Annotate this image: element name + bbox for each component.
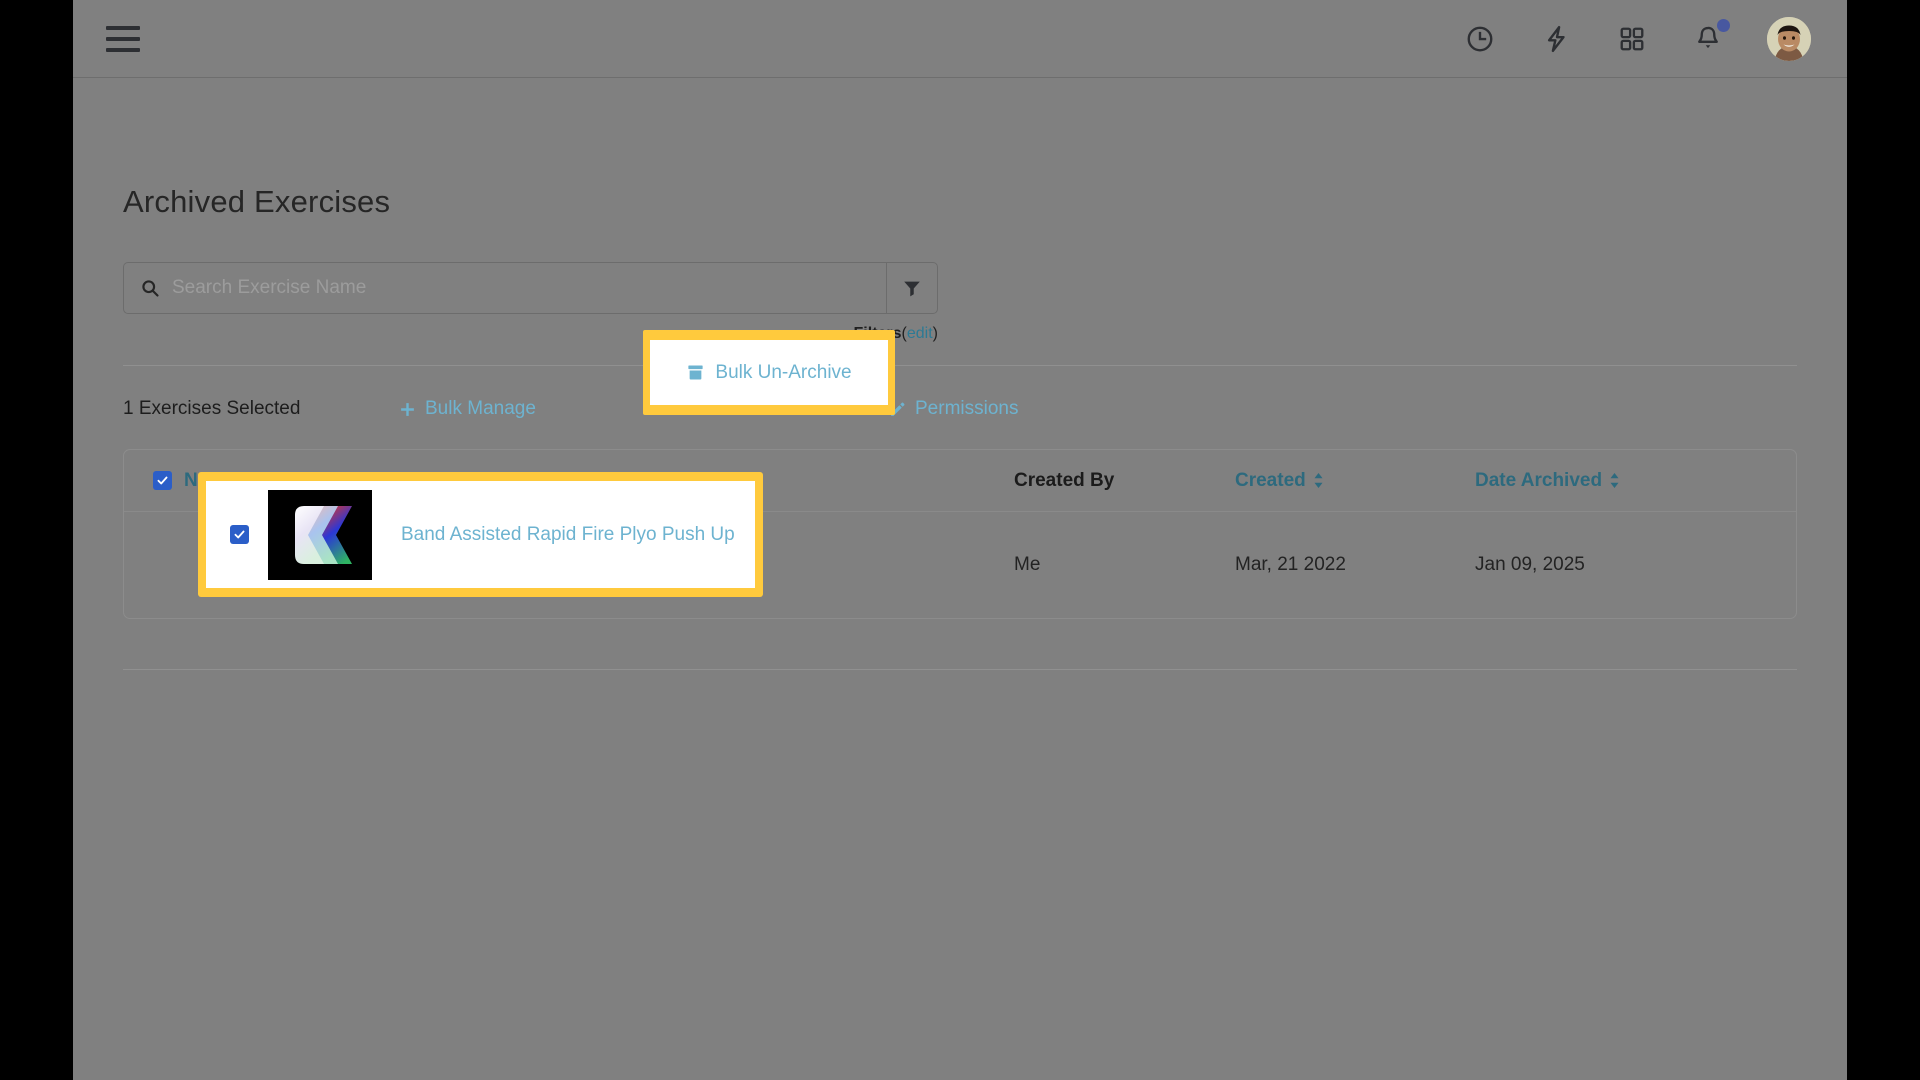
bulk-unarchive-label: Bulk Un-Archive bbox=[715, 361, 852, 383]
bulk-action-bar: 1 Exercises Selected Bulk Manage Permiss… bbox=[123, 392, 1797, 426]
app-window: Archived Exercises Filters(edit) 1 Exerc… bbox=[73, 0, 1847, 1080]
sort-date-archived-button[interactable]: Date Archived bbox=[1475, 470, 1620, 492]
clock-icon[interactable] bbox=[1463, 22, 1497, 56]
permissions-label: Permissions bbox=[915, 398, 1019, 419]
row-checkbox[interactable] bbox=[230, 525, 249, 544]
top-navigation-bar bbox=[73, 0, 1847, 78]
header-label-date-archived: Date Archived bbox=[1475, 469, 1603, 491]
selected-count-label: 1 Exercises Selected bbox=[123, 398, 301, 419]
content-divider bbox=[123, 365, 1797, 366]
bulk-unarchive-highlight: Bulk Un-Archive bbox=[643, 330, 895, 415]
bulk-unarchive-button[interactable]: Bulk Un-Archive bbox=[650, 340, 888, 405]
cell-date-archived: Jan 09, 2025 bbox=[1475, 554, 1585, 575]
sort-arrows-icon bbox=[1609, 472, 1620, 489]
lightning-bolt-icon[interactable] bbox=[1539, 22, 1573, 56]
top-bar-actions bbox=[1463, 16, 1811, 61]
bulk-manage-button[interactable]: Bulk Manage bbox=[399, 398, 636, 420]
filters-edit-link[interactable]: edit bbox=[907, 325, 933, 342]
exercise-thumbnail[interactable] bbox=[268, 489, 372, 580]
search-icon bbox=[142, 280, 159, 297]
funnel-filter-icon bbox=[904, 281, 920, 297]
permissions-button[interactable]: Permissions bbox=[889, 398, 1018, 420]
header-cell-created-by: Created By bbox=[1014, 469, 1115, 491]
user-avatar[interactable] bbox=[1767, 16, 1811, 61]
cell-created: Mar, 21 2022 bbox=[1235, 554, 1346, 575]
exercise-name-link[interactable]: Band Assisted Rapid Fire Plyo Push Up bbox=[401, 524, 735, 546]
sort-created-button[interactable]: Created bbox=[1235, 470, 1324, 492]
page-content: Archived Exercises Filters(edit) 1 Exerc… bbox=[73, 184, 1847, 670]
header-cell-created: Created bbox=[1235, 470, 1475, 492]
header-cell-date-archived: Date Archived bbox=[1475, 470, 1725, 492]
selected-row-highlight: Band Assisted Rapid Fire Plyo Push Up bbox=[198, 472, 763, 597]
hamburger-bar bbox=[106, 47, 140, 52]
plus-icon bbox=[401, 402, 414, 416]
hamburger-bar bbox=[106, 25, 140, 30]
search-input[interactable] bbox=[172, 277, 886, 299]
filter-button[interactable] bbox=[886, 262, 938, 314]
notification-dot bbox=[1717, 18, 1730, 32]
checkmark-icon bbox=[157, 476, 168, 485]
selected-row[interactable]: Band Assisted Rapid Fire Plyo Push Up bbox=[206, 481, 755, 588]
page-title: Archived Exercises bbox=[123, 184, 391, 219]
hamburger-menu-icon[interactable] bbox=[106, 25, 140, 52]
cell-created-by: Me bbox=[1014, 554, 1041, 575]
archive-box-icon bbox=[688, 365, 704, 380]
hamburger-bar bbox=[106, 36, 140, 41]
search-row bbox=[123, 262, 938, 314]
header-label-created: Created bbox=[1235, 469, 1306, 491]
select-all-checkbox[interactable] bbox=[153, 471, 172, 490]
bottom-divider bbox=[123, 669, 1797, 670]
filters-close-paren: ) bbox=[932, 325, 938, 342]
bulk-manage-label: Bulk Manage bbox=[425, 398, 536, 419]
sort-arrows-icon bbox=[1313, 472, 1324, 489]
search-box[interactable] bbox=[123, 262, 886, 314]
bell-icon[interactable] bbox=[1691, 18, 1730, 56]
checkmark-icon bbox=[234, 530, 245, 539]
grid-apps-icon[interactable] bbox=[1615, 22, 1649, 56]
